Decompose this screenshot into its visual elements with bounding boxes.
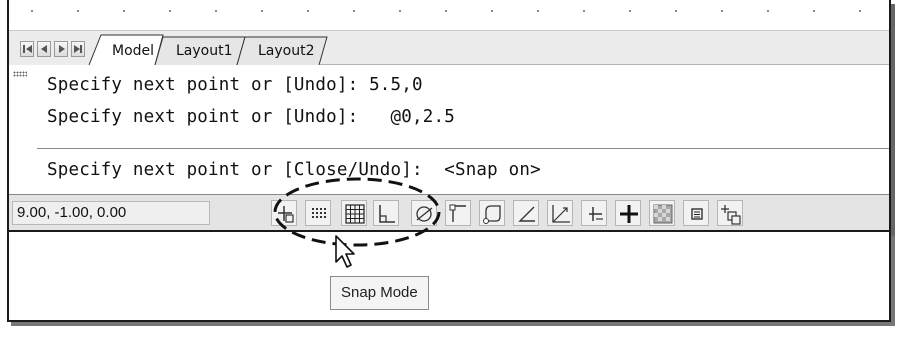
grid-dot — [353, 10, 355, 12]
command-separator — [37, 148, 889, 149]
lineweight-button[interactable] — [615, 200, 641, 226]
infer-constraints-icon — [278, 206, 294, 223]
grid-dot — [123, 10, 125, 12]
grid-dot — [307, 10, 309, 12]
dynamic-input-icon — [589, 207, 603, 221]
grid-dot — [583, 10, 585, 12]
lower-panel — [7, 232, 891, 322]
dynamic-input-button[interactable] — [581, 200, 607, 226]
transparency-icon — [653, 204, 673, 224]
grid-dot — [721, 10, 723, 12]
grid-dot — [261, 10, 263, 12]
tab-layout2[interactable]: Layout2 — [258, 43, 315, 59]
drawing-area[interactable] — [9, 0, 889, 30]
command-history-line: Specify next point or [Undo]: 5.5,0 — [47, 75, 423, 95]
coordinate-display[interactable]: 9.00, -1.00, 0.00 — [12, 201, 210, 225]
layout-tab-bar: Model Layout1 Layout2 — [9, 30, 889, 66]
tab-layout1[interactable]: Layout1 — [176, 43, 233, 59]
command-prompt-line[interactable]: Specify next point or [Close/Undo]: <Sna… — [47, 160, 541, 180]
grid-icon — [345, 204, 365, 224]
grid-dot — [629, 10, 631, 12]
3d-object-snap-button[interactable] — [479, 200, 505, 226]
tab-model[interactable]: Model — [112, 43, 154, 59]
3d-osnap-icon — [483, 205, 501, 224]
status-bar: 9.00, -1.00, 0.00 — [9, 194, 889, 230]
osnap-icon — [449, 204, 466, 222]
ducs-icon — [552, 205, 570, 223]
autocad-window: Model Layout1 Layout2 Specify next point… — [7, 0, 891, 232]
snap-dots-icon — [312, 208, 326, 218]
command-window[interactable]: Specify next point or [Undo]: 5.5,0 Spec… — [9, 65, 889, 194]
panel-shadow — [11, 322, 895, 326]
infer-constraints-button[interactable] — [271, 200, 297, 226]
grid-dot — [767, 10, 769, 12]
grid-dot — [813, 10, 815, 12]
command-history-line: Specify next point or [Undo]: @0,2.5 — [47, 107, 455, 127]
quick-properties-button[interactable] — [683, 200, 709, 226]
grid-dot — [491, 10, 493, 12]
grid-dot — [31, 10, 33, 12]
transparency-button[interactable] — [649, 200, 675, 226]
polar-icon — [416, 206, 433, 222]
snap-mode-tooltip: Snap Mode — [330, 276, 429, 310]
grid-display-button[interactable] — [341, 200, 367, 226]
command-window-grip-icon[interactable] — [13, 71, 27, 77]
window-shadow — [891, 4, 895, 236]
selection-cycling-icon — [721, 205, 741, 225]
quick-properties-icon — [691, 208, 703, 220]
grid-dot — [77, 10, 79, 12]
grid-dot — [215, 10, 217, 12]
ortho-icon — [379, 205, 395, 223]
grid-dot — [675, 10, 677, 12]
grid-dot — [537, 10, 539, 12]
ortho-mode-button[interactable] — [373, 200, 399, 226]
snap-mode-button[interactable] — [305, 200, 331, 226]
grid-dot — [399, 10, 401, 12]
otrack-icon — [518, 206, 535, 222]
object-snap-tracking-button[interactable] — [513, 200, 539, 226]
grid-dot — [169, 10, 171, 12]
polar-tracking-button[interactable] — [411, 200, 437, 226]
lineweight-icon — [620, 205, 638, 223]
selection-cycling-button[interactable] — [717, 200, 743, 226]
panel-shadow — [891, 236, 895, 326]
grid-dot — [445, 10, 447, 12]
object-snap-button[interactable] — [445, 200, 471, 226]
grid-dot — [859, 10, 861, 12]
dynamic-ucs-button[interactable] — [547, 200, 573, 226]
